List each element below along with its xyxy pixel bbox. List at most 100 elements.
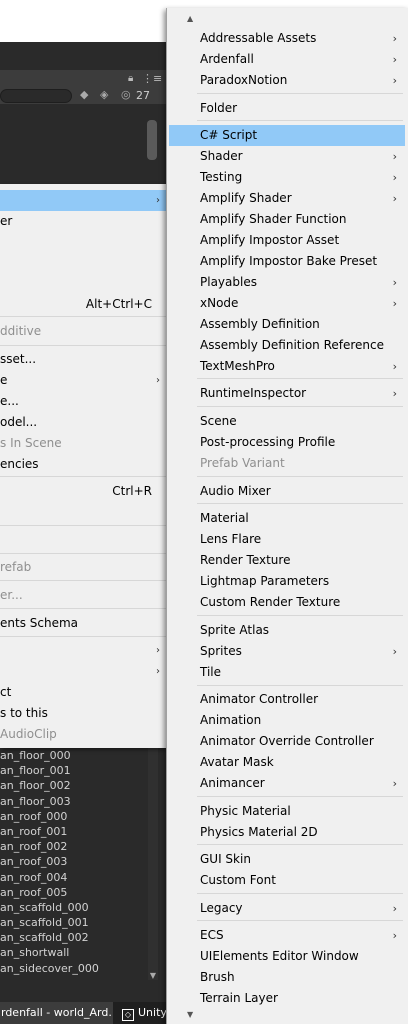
submenu-arrow-icon: › — [392, 74, 397, 87]
menu-item-import-new-asset[interactable]: sset... — [0, 349, 166, 370]
submenu-item-testing[interactable]: Testing › — [167, 167, 408, 188]
asset-list-item[interactable]: an_shortwall — [0, 945, 150, 960]
asset-list-item[interactable]: an_roof_004 — [0, 870, 150, 885]
taskbar-item-unity[interactable]: ◇ Unity — [118, 1002, 170, 1024]
submenu-item-assembly-definition[interactable]: Assembly Definition — [167, 314, 408, 335]
submenu-item-custom-font[interactable]: Custom Font — [167, 870, 408, 891]
panel-menu-icon[interactable]: ⋮≡ — [142, 72, 162, 85]
submenu-item-ardenfall[interactable]: Ardenfall › — [167, 49, 408, 70]
submenu-item-animator-override-controller[interactable]: Animator Override Controller — [167, 731, 408, 752]
submenu-item-csharp-script[interactable]: C# Script — [169, 125, 405, 146]
submenu-item-xnode[interactable]: xNode › — [167, 293, 408, 314]
submenu-item-ecs[interactable]: ECS › — [167, 925, 408, 946]
scroll-up-icon[interactable]: ▲ — [187, 14, 193, 23]
submenu-item-lens-flare[interactable]: Lens Flare — [167, 529, 408, 550]
asset-list-item[interactable]: an_roof_003 — [0, 854, 150, 869]
submenu-item-physics-material-2d[interactable]: Physics Material 2D — [167, 822, 408, 843]
submenu-item-animator-controller[interactable]: Animator Controller — [167, 689, 408, 710]
hidden-packages-icon[interactable]: ◎ — [121, 88, 131, 101]
asset-list-item[interactable]: an_roof_002 — [0, 839, 150, 854]
submenu-arrow-icon: › — [392, 53, 397, 66]
menu-item-apply-to-this[interactable]: s to this — [0, 703, 166, 724]
asset-list-item[interactable]: an_floor_003 — [0, 794, 150, 809]
asset-list-item[interactable]: an_floor_001 — [0, 763, 150, 778]
filter-by-label-icon[interactable]: ◈ — [100, 88, 108, 101]
submenu-arrow-icon: › — [392, 276, 397, 289]
submenu-item-audio-mixer[interactable]: Audio Mixer — [167, 481, 408, 502]
submenu-item-runtimeinspector[interactable]: RuntimeInspector › — [167, 383, 408, 404]
submenu-item-amplify-impostor-asset[interactable]: Amplify Impostor Asset — [167, 230, 408, 251]
submenu-item-amplify-impostor-bake-preset[interactable]: Amplify Impostor Bake Preset — [167, 251, 408, 272]
submenu-item-scene[interactable]: Scene — [167, 411, 408, 432]
menu-item-select-dependencies[interactable]: encies — [0, 454, 166, 475]
submenu-item-amplify-shader-function[interactable]: Amplify Shader Function — [167, 209, 408, 230]
asset-list-scrollbar[interactable]: ▼ — [148, 748, 158, 980]
asset-list-item[interactable]: an_floor_002 — [0, 778, 150, 793]
submenu-item-post-processing-profile[interactable]: Post-processing Profile — [167, 432, 408, 453]
submenu-item-assembly-definition-reference[interactable]: Assembly Definition Reference — [167, 335, 408, 356]
menu-item-create[interactable]: › — [0, 190, 166, 211]
menu-separator — [0, 580, 166, 581]
submenu-item-tile[interactable]: Tile — [167, 662, 408, 683]
menu-item-update-ui-schema: er... — [0, 588, 23, 602]
search-input[interactable] — [0, 89, 72, 103]
asset-list-item[interactable]: an_scaffold_001 — [0, 915, 150, 930]
lock-icon[interactable]: 🔒︎ — [128, 73, 133, 84]
submenu-item-textmeshpro[interactable]: TextMeshPro › — [167, 356, 408, 377]
submenu-item-terrain-layer[interactable]: Terrain Layer — [167, 988, 408, 1009]
submenu-arrow-icon: › — [392, 150, 397, 163]
menu-item-refresh[interactable]: Ctrl+R — [0, 481, 166, 502]
submenu-arrow-icon: › — [156, 195, 160, 206]
submenu-item-uielements-editor-window[interactable]: UIElements Editor Window — [167, 946, 408, 967]
submenu-item-paradoxnotion[interactable]: ParadoxNotion › — [167, 70, 408, 91]
asset-list-item[interactable]: an_floor_000 — [0, 748, 150, 763]
submenu-item-avatar-mask[interactable]: Avatar Mask — [167, 752, 408, 773]
menu-item-import-package[interactable]: e › — [0, 370, 166, 391]
menu-separator — [197, 796, 403, 797]
submenu-item-prefab-variant: Prefab Variant — [200, 456, 285, 470]
submenu-item-sprite-atlas[interactable]: Sprite Atlas — [167, 620, 408, 641]
asset-list-item[interactable]: an_scaffold_000 — [0, 900, 150, 915]
menu-item-open-ui-elements-schema[interactable]: ents Schema — [0, 613, 166, 634]
menu-separator — [0, 636, 166, 637]
submenu-item-lightmap-parameters[interactable]: Lightmap Parameters — [167, 571, 408, 592]
submenu-item-material[interactable]: Material — [167, 508, 408, 529]
submenu-item-animancer[interactable]: Animancer › — [167, 773, 408, 794]
scrollbar-thumb[interactable] — [147, 120, 157, 160]
submenu-item-folder[interactable]: Folder — [167, 98, 408, 119]
asset-list-item[interactable]: an_scaffold_002 — [0, 930, 150, 945]
menu-item-reimport[interactable] — [0, 502, 166, 523]
submenu-item-custom-render-texture[interactable]: Custom Render Texture — [167, 592, 408, 613]
submenu-item-animation[interactable]: Animation — [167, 710, 408, 731]
asset-list-item[interactable]: an_roof_005 — [0, 885, 150, 900]
submenu-item-sprites[interactable]: Sprites › — [167, 641, 408, 662]
menu-item-copy-path[interactable]: Alt+Ctrl+C — [0, 294, 166, 315]
asset-list-item[interactable]: an_roof_000 — [0, 809, 150, 824]
submenu-item-brush[interactable]: Brush — [167, 967, 408, 988]
menu-item-find-references[interactable]: odel... — [0, 412, 166, 433]
menu-separator — [197, 406, 403, 407]
submenu-arrow-icon: › — [392, 171, 397, 184]
submenu-item-legacy[interactable]: Legacy › — [167, 898, 408, 919]
menu-item-select-object[interactable]: ct — [0, 682, 166, 703]
menu-item-reimport-all[interactable] — [0, 529, 166, 550]
asset-list-item[interactable]: an_roof_001 — [0, 824, 150, 839]
scroll-down-icon[interactable]: ▼ — [148, 971, 158, 980]
submenu-item-addressable-assets[interactable]: Addressable Assets › — [167, 28, 408, 49]
menu-item-export-package[interactable]: e... — [0, 391, 166, 412]
hidden-count: 27 — [136, 89, 150, 102]
menu-item-submenu-a[interactable]: › — [0, 640, 166, 661]
scroll-down-icon[interactable]: ▼ — [187, 1010, 193, 1019]
taskbar-item-unity-project[interactable]: rdenfall - world_Ard... — [0, 1002, 113, 1024]
submenu-item-playables[interactable]: Playables › — [167, 272, 408, 293]
submenu-item-amplify-shader[interactable]: Amplify Shader › — [167, 188, 408, 209]
submenu-item-physic-material[interactable]: Physic Material — [167, 801, 408, 822]
submenu-item-shader[interactable]: Shader › — [167, 146, 408, 167]
asset-list-item[interactable]: an_sidecover_000 — [0, 961, 150, 976]
submenu-item-render-texture[interactable]: Render Texture — [167, 550, 408, 571]
filter-by-type-icon[interactable]: ◆ — [80, 88, 88, 101]
menu-item-submenu-b[interactable]: › — [0, 661, 166, 682]
menu-separator — [197, 476, 403, 477]
menu-item-show-in-explorer[interactable]: er — [0, 211, 166, 232]
submenu-item-gui-skin[interactable]: GUI Skin — [167, 849, 408, 870]
